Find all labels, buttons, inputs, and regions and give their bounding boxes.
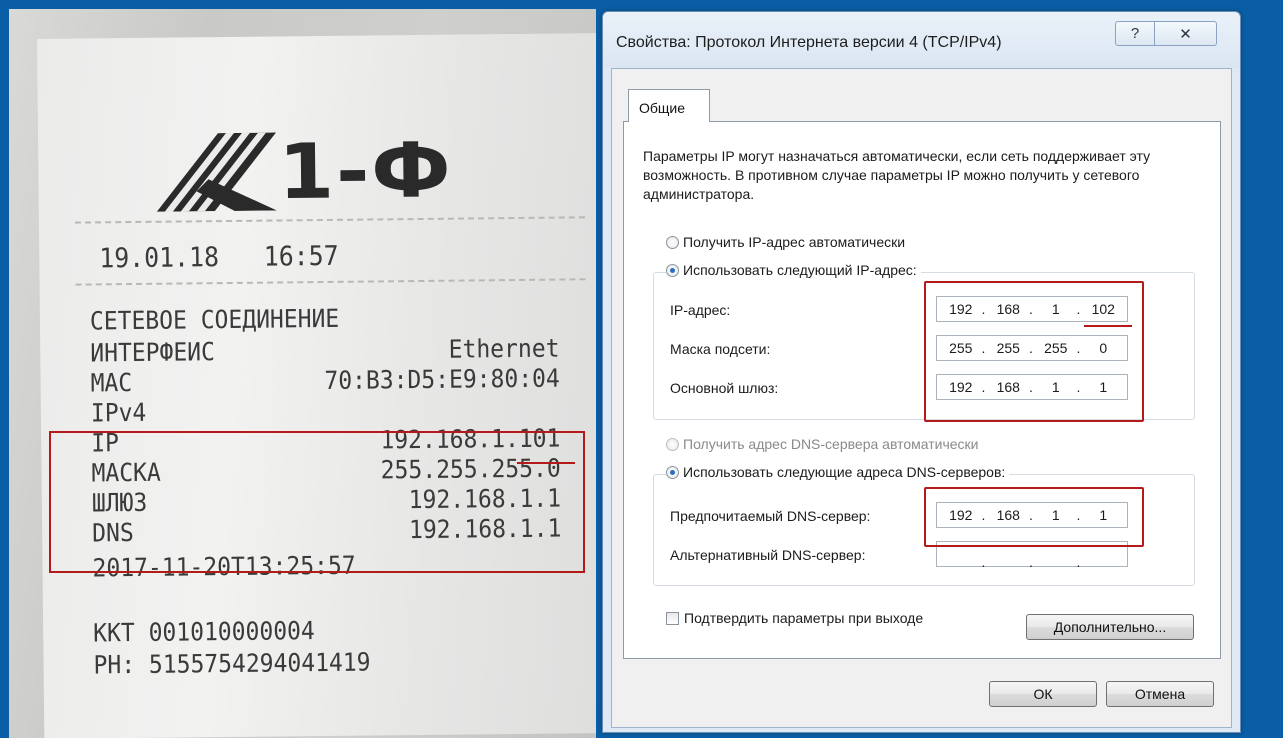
cancel-button[interactable]: Отмена (1106, 681, 1214, 707)
receipt-kkt: ККТ 001010000004 (93, 614, 562, 648)
validate-on-exit-checkbox[interactable]: Подтвердить параметры при выходе (666, 610, 923, 626)
radio-unchecked-icon (666, 235, 679, 249)
radio-dns-auto[interactable]: Получить адрес DNS-сервера автоматически (666, 436, 983, 452)
k-logo-icon (156, 132, 277, 212)
ok-button[interactable]: ОК (989, 681, 1097, 707)
logo-text: 1-Ф (277, 125, 454, 216)
row-label: ИНТЕРФЕИС (90, 337, 216, 368)
section-title: СЕТЕВОЕ СОЕДИНЕНИЕ (90, 302, 559, 336)
ip-address-label: IP-адрес: (670, 302, 731, 318)
close-button[interactable]: ✕ (1154, 21, 1217, 46)
receipt-row-interface: ИНТЕРФЕИС Ethernet (90, 334, 559, 368)
receipt-row-ipv4: IPv4 (91, 394, 560, 428)
receipt-datetime: 19.01.18 16:57 (99, 238, 568, 275)
row-value: Ethernet (448, 333, 560, 364)
receipt-paper: 1-Ф 19.01.18 16:57 СЕТЕВОЕ СОЕДИНЕНИЕ ИН… (37, 33, 596, 738)
ipv4-properties-dialog: Свойства: Протокол Интернета версии 4 (T… (602, 11, 1241, 733)
help-button[interactable]: ? (1115, 21, 1155, 46)
radio-label: Использовать следующий IP-адрес: (683, 262, 917, 278)
radio-ip-manual[interactable]: Использовать следующий IP-адрес: (666, 262, 921, 278)
ip-octet-underline (1084, 325, 1132, 327)
divider (74, 216, 585, 224)
receipt-photo: 1-Ф 19.01.18 16:57 СЕТЕВОЕ СОЕДИНЕНИЕ ИН… (9, 9, 596, 738)
radio-label: Получить IP-адрес автоматически (683, 234, 906, 250)
gateway-label: Основной шлюз: (670, 380, 779, 396)
tab-general[interactable]: Общие (628, 89, 710, 122)
checkbox-icon (666, 611, 679, 625)
ip-highlight-box (924, 281, 1144, 422)
subnet-mask-label: Маска подсети: (670, 341, 771, 357)
window-title: Свойства: Протокол Интернета версии 4 (T… (616, 34, 1002, 51)
help-icon: ? (1130, 25, 1140, 42)
ph-text: РН: 5155754294041419 (93, 647, 371, 680)
row-value: 70:B3:D5:E9:80:04 (324, 363, 560, 396)
advanced-button[interactable]: Дополнительно... (1026, 614, 1194, 640)
radio-dns-manual[interactable]: Использовать следующие адреса DNS-сервер… (666, 464, 1010, 480)
alternate-dns-label: Альтернативный DNS-сервер: (670, 547, 866, 563)
receipt-highlight-box (49, 431, 585, 573)
section-title-text: СЕТЕВОЕ СОЕДИНЕНИЕ (89, 303, 340, 336)
radio-disabled-icon (666, 437, 679, 451)
kkt-text: ККТ 001010000004 (93, 616, 315, 648)
radio-checked-icon (666, 263, 679, 277)
receipt-ph: РН: 5155754294041419 (93, 646, 562, 680)
radio-label: Получить адрес DNS-сервера автоматически (683, 436, 979, 452)
close-icon: ✕ (1179, 25, 1192, 43)
title-bar[interactable]: Свойства: Протокол Интернета версии 4 (T… (603, 12, 1240, 68)
receipt-logo: 1-Ф (156, 125, 453, 218)
radio-checked-icon (666, 465, 679, 479)
tab-panel-general: Параметры IP могут назначаться автоматич… (623, 121, 1221, 659)
preferred-dns-label: Предпочитаемый DNS-сервер: (670, 508, 871, 524)
row-label: IPv4 (90, 397, 147, 428)
row-label: MAC (90, 368, 133, 398)
radio-ip-auto[interactable]: Получить IP-адрес автоматически (666, 234, 910, 250)
dns-highlight-box (924, 487, 1144, 547)
radio-label: Использовать следующие адреса DNS-сервер… (683, 464, 1006, 480)
divider (75, 278, 586, 286)
datetime-text: 19.01.18 16:57 (99, 240, 339, 275)
checkbox-label: Подтвердить параметры при выходе (684, 610, 924, 626)
button-label: Отмена (1134, 686, 1186, 702)
dialog-client: Общие Параметры IP могут назначаться авт… (611, 68, 1232, 728)
button-label: ОК (1033, 686, 1053, 702)
receipt-row-mac: MAC 70:B3:D5:E9:80:04 (90, 364, 559, 398)
ip-last-octet-underline (517, 462, 575, 464)
intro-text: Параметры IP могут назначаться автоматич… (643, 148, 1151, 202)
tab-label: Общие (639, 100, 686, 116)
button-label: Дополнительно... (1053, 619, 1167, 635)
